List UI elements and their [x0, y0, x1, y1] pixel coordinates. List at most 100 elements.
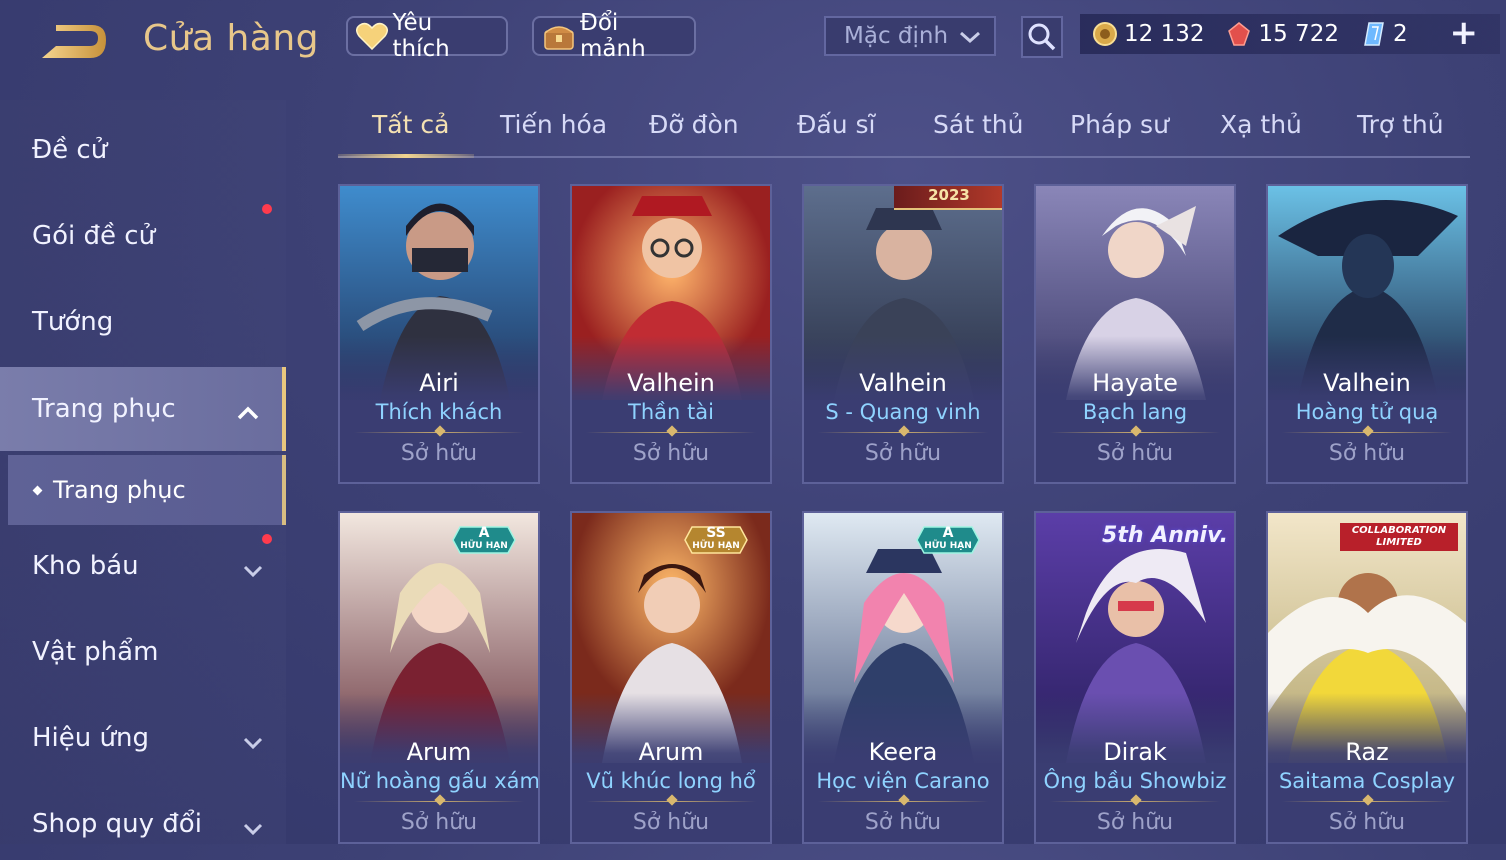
sidebar-item-label: Vật phẩm [32, 637, 159, 667]
tab-assassin[interactable]: Sát thủ [933, 110, 1023, 139]
tab-fighter[interactable]: Đấu sĩ [797, 110, 875, 139]
sidebar-item-exchange-shop[interactable]: Shop quy đổi [0, 788, 286, 860]
chevron-down-icon [242, 728, 264, 758]
badge-text: HỮU HẠN [924, 541, 972, 551]
gold-coin-icon [1093, 22, 1117, 46]
skin-name: Thích khách [375, 400, 503, 424]
collab-banner: COLLABORATION LIMITED [1340, 523, 1458, 551]
skin-name: Saitama Cosplay [1278, 769, 1456, 793]
card-info: Dirak Ông bầu Showbiz Sở hữu [1036, 737, 1234, 839]
skin-card[interactable]: 5th Anniv. Dirak Ông bầu Showbiz Sở hữu [1034, 511, 1236, 844]
tab-support[interactable]: Trợ thủ [1357, 110, 1444, 139]
treasure-chest-icon [542, 21, 576, 51]
card-info: Arum Nữ hoàng gấu xám Sở hữu [340, 737, 538, 839]
notification-dot [262, 204, 272, 214]
hero-name: Dirak [1103, 738, 1167, 766]
skin-card[interactable]: Airi Thích khách Sở hữu [338, 184, 540, 484]
card-info: Raz Saitama Cosplay Sở hữu [1268, 737, 1466, 839]
back-arrow-icon [42, 25, 106, 58]
sidebar-item-effects[interactable]: Hiệu ứng [0, 702, 286, 774]
sidebar-item-label: Hiệu ứng [32, 723, 149, 753]
hero-name: Valhein [859, 369, 947, 397]
skin-name: Hoàng tử quạ [1295, 400, 1439, 424]
exchange-shards-button[interactable]: Đổi mảnh [532, 10, 696, 62]
skin-name: Nữ hoàng gấu xám [340, 769, 540, 793]
divider [586, 795, 756, 807]
tab-tank[interactable]: Đỡ đòn [649, 110, 739, 139]
skin-card[interactable]: COLLABORATION LIMITED Raz Saitama Cospla… [1266, 511, 1468, 844]
skin-card[interactable]: A HỮU HẠN Keera Học viện Carano Sở hữu [802, 511, 1004, 844]
divider [1282, 426, 1452, 438]
divider [818, 795, 988, 807]
hero-name: Valhein [627, 369, 715, 397]
voucher-amount: 15 722 [1258, 21, 1339, 47]
voucher-currency: 15 722 [1226, 21, 1339, 47]
tab-all[interactable]: Tất cả [372, 110, 449, 139]
bullet-icon [32, 485, 43, 495]
divider [1050, 795, 1220, 807]
hero-name: Arum [638, 738, 704, 766]
chevron-down-icon [242, 814, 264, 844]
badge-text: HỮU HẠN [460, 541, 508, 551]
sidebar-item-heroes[interactable]: Tướng [0, 286, 286, 358]
add-currency-button[interactable]: + [1450, 16, 1479, 50]
sidebar-item-skins[interactable]: Trang phục [0, 367, 286, 451]
tab-evolution[interactable]: Tiến hóa [500, 110, 607, 139]
sidebar-item-label: Trang phục [32, 394, 176, 424]
skin-name: Học viện Carano [816, 769, 990, 793]
skin-card[interactable]: Valhein Thần tài Sở hữu [570, 184, 772, 484]
sort-value: Mặc định [844, 23, 949, 49]
owned-status: Sở hữu [1328, 441, 1406, 466]
category-tabs: Tất cả Tiến hóa Đỡ đòn Đấu sĩ Sát thủ Ph… [338, 104, 1470, 158]
chevron-down-icon [242, 556, 264, 586]
skin-name: Ông bầu Showbiz [1043, 769, 1227, 793]
sidebar-item-treasure[interactable]: Kho báu [0, 530, 286, 602]
sort-dropdown[interactable]: Mặc định [824, 16, 996, 56]
hero-name: Keera [868, 738, 938, 766]
card-info: Arum Vũ khúc long hổ Sở hữu [572, 737, 770, 839]
sidebar-item-label: Gói đề cử [32, 221, 156, 251]
card-info: Keera Học viện Carano Sở hữu [804, 737, 1002, 839]
tab-marksman[interactable]: Xạ thủ [1220, 110, 1302, 139]
sidebar-item-label: Tướng [32, 307, 114, 337]
event-banner: 2023 [894, 186, 1002, 210]
owned-status: Sở hữu [400, 441, 478, 466]
divider [1282, 795, 1452, 807]
card-info: Valhein Hoàng tử quạ Sở hữu [1268, 368, 1466, 470]
sidebar-subitem-skins[interactable]: Trang phục [8, 455, 286, 525]
active-tab-indicator [338, 154, 474, 158]
badge-grade: SS [706, 525, 726, 541]
search-button[interactable] [1021, 16, 1063, 58]
owned-status: Sở hữu [864, 441, 942, 466]
divider [818, 426, 988, 438]
divider [354, 795, 524, 807]
sidebar: Đề cử Gói đề cử Tướng Trang phục Trang p… [0, 100, 286, 844]
owned-status: Sở hữu [632, 810, 710, 835]
sidebar-item-recommended[interactable]: Đề cử [0, 114, 286, 186]
skin-card[interactable]: SS HỮU HẠN Arum Vũ khúc long hổ Sở hữu [570, 511, 772, 844]
sidebar-item-recommended-packs[interactable]: Gói đề cử [0, 200, 286, 272]
tab-mage[interactable]: Pháp sư [1070, 110, 1169, 139]
sidebar-item-label: Shop quy đổi [32, 809, 202, 839]
favorites-button[interactable]: Yêu thích [346, 10, 508, 62]
divider [1050, 426, 1220, 438]
owned-status: Sở hữu [864, 810, 942, 835]
gold-amount: 12 132 [1124, 21, 1205, 47]
skin-card[interactable]: Valhein Hoàng tử quạ Sở hữu [1266, 184, 1468, 484]
card-info: Hayate Bạch lang Sở hữu [1036, 368, 1234, 470]
notification-dot [262, 534, 272, 544]
hero-name: Airi [419, 369, 459, 397]
back-button[interactable] [34, 22, 110, 64]
hero-name: Arum [406, 738, 472, 766]
divider [354, 426, 524, 438]
skin-card[interactable]: A HỮU HẠN Arum Nữ hoàng gấu xám Sở hữu [338, 511, 540, 844]
skin-name: Vũ khúc long hổ [586, 769, 756, 793]
skin-card[interactable]: 2023 Valhein S - Quang vinh Sở hữu [802, 184, 1004, 484]
badge-grade: A [478, 525, 490, 541]
hero-name: Hayate [1092, 369, 1178, 397]
hero-name: Raz [1345, 738, 1389, 766]
favorites-label: Yêu thích [392, 10, 450, 62]
sidebar-item-items[interactable]: Vật phẩm [0, 616, 286, 688]
skin-card[interactable]: Hayate Bạch lang Sở hữu [1034, 184, 1236, 484]
badge-grade: A [942, 525, 954, 541]
